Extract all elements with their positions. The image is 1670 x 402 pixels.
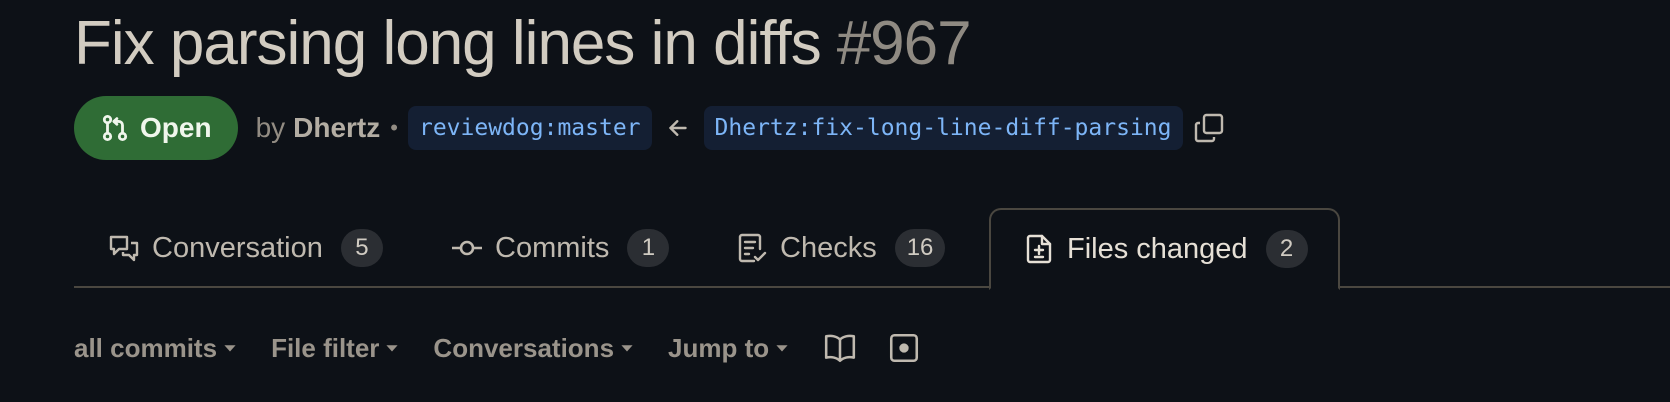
- by-label: by: [255, 112, 286, 143]
- tab-label: Commits: [495, 231, 610, 264]
- tab-commits[interactable]: Commits 1: [451, 208, 670, 288]
- head-branch[interactable]: Dhertz:fix-long-line-diff-parsing: [703, 106, 1183, 150]
- dot-square-icon[interactable]: [887, 331, 921, 365]
- file-diff-icon: [1026, 234, 1052, 264]
- copy-icon[interactable]: [1193, 112, 1225, 144]
- tab-counter: 5: [340, 229, 383, 267]
- triangle-down-icon: [386, 345, 399, 352]
- dropdown-label: Conversations: [433, 332, 615, 363]
- tab-conversation[interactable]: Conversation 5: [108, 208, 383, 288]
- triangle-down-icon: [776, 345, 788, 352]
- tab-counter: 1: [627, 229, 670, 267]
- status-badge: Open: [74, 96, 238, 160]
- pr-title: Fix parsing long lines in diffs #967: [74, 6, 972, 82]
- tab-files-changed[interactable]: Files changed 2: [989, 208, 1340, 290]
- files-toolbar: all commits File filter Conversations Ju…: [74, 326, 951, 370]
- jump-to-dropdown[interactable]: Jump to: [668, 333, 789, 364]
- pr-number: #967: [836, 9, 972, 78]
- comment-discussion-icon: [109, 235, 139, 262]
- commits-dropdown[interactable]: all commits: [74, 333, 237, 364]
- pr-title-text: Fix parsing long lines in diffs: [74, 9, 822, 78]
- tab-label: Checks: [780, 231, 877, 264]
- git-commit-icon: [452, 240, 482, 256]
- file-filter-dropdown[interactable]: File filter: [271, 333, 399, 364]
- dropdown-label: File filter: [271, 332, 380, 363]
- tab-checks[interactable]: Checks 16: [736, 208, 946, 288]
- base-branch[interactable]: reviewdog:master: [407, 106, 652, 150]
- tab-label: Files changed: [1067, 232, 1248, 265]
- status-label: Open: [140, 112, 212, 143]
- dropdown-label: Jump to: [668, 332, 770, 363]
- tab-counter: 2: [1265, 230, 1308, 268]
- author-link[interactable]: Dhertz: [293, 112, 380, 144]
- arrow-left-icon: [668, 120, 687, 136]
- checklist-icon: [738, 233, 767, 263]
- git-pull-request-icon: [102, 114, 128, 142]
- tab-label: Conversation: [152, 231, 323, 264]
- conversations-dropdown[interactable]: Conversations: [433, 333, 634, 364]
- dropdown-label: all commits: [74, 332, 218, 363]
- separator: •: [390, 115, 398, 140]
- tab-counter: 16: [894, 229, 946, 267]
- triangle-down-icon: [224, 345, 236, 352]
- triangle-down-icon: [621, 345, 633, 352]
- book-icon[interactable]: [823, 331, 857, 365]
- pr-tabs: Conversation 5 Commits 1 Checks 16 Files…: [74, 208, 1670, 290]
- pr-meta: Open by Dhertz • reviewdog:master Dhertz…: [74, 96, 1225, 160]
- pull-request-page: Fix parsing long lines in diffs #967 Open…: [0, 0, 1670, 402]
